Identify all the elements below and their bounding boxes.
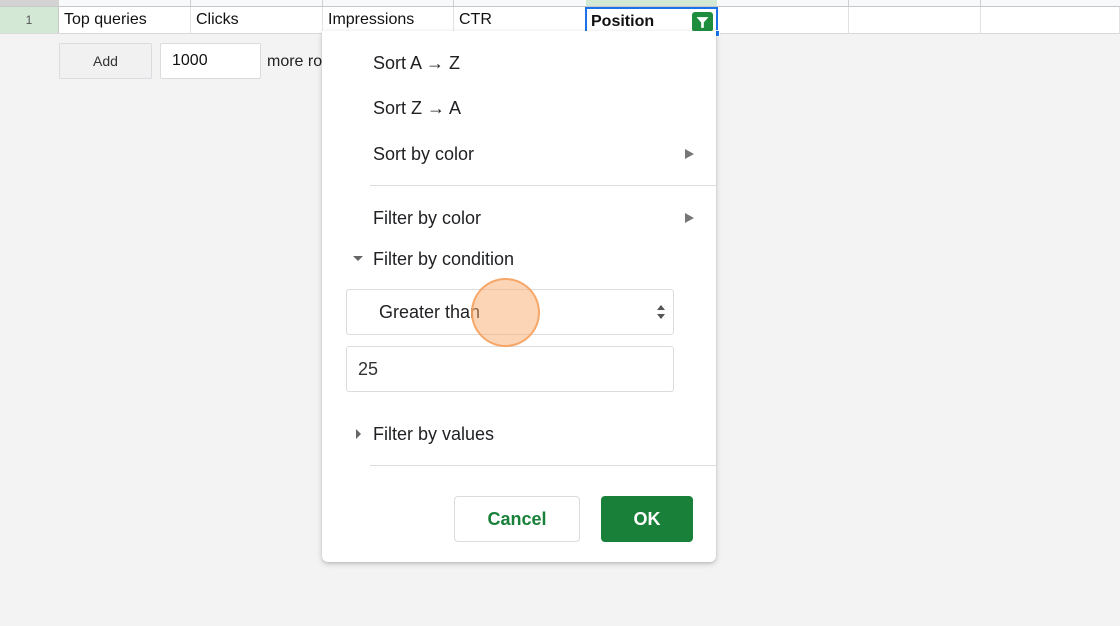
cell-b1[interactable]: Clicks	[191, 7, 323, 33]
filter-button[interactable]	[692, 12, 713, 32]
menu-item-sort-za[interactable]: Sort Z → A	[322, 88, 716, 128]
updown-arrows-icon	[657, 305, 665, 319]
row-header[interactable]: 1	[0, 7, 59, 33]
cell-e1-active[interactable]: Position	[585, 7, 718, 34]
column-header-strip	[0, 0, 1120, 7]
menu-item-label: Filter by color	[373, 207, 482, 228]
section-label: Filter by values	[373, 423, 495, 444]
rows-count-input[interactable]	[160, 43, 261, 79]
cell-c1[interactable]: Impressions	[323, 7, 454, 33]
submenu-arrow-icon	[685, 149, 694, 159]
menu-item-sort-by-color[interactable]: Sort by color	[322, 134, 716, 174]
cell-d1[interactable]: CTR	[454, 7, 586, 33]
cell-h1[interactable]	[981, 7, 1120, 33]
triangle-down-icon	[353, 256, 363, 261]
menu-divider	[370, 185, 716, 186]
section-filter-by-values[interactable]: Filter by values	[322, 419, 716, 449]
menu-divider	[370, 465, 716, 466]
section-filter-by-condition[interactable]: Filter by condition	[322, 244, 716, 274]
ok-button[interactable]: OK	[601, 496, 693, 542]
cell-e1-text: Position	[591, 13, 655, 30]
column-header-selected[interactable]	[586, 0, 717, 6]
cell-f1[interactable]	[718, 7, 849, 33]
menu-item-sort-az[interactable]: Sort A → Z	[322, 43, 716, 83]
menu-item-filter-by-color[interactable]: Filter by color	[322, 198, 716, 238]
section-label: Filter by condition	[373, 248, 515, 269]
menu-item-label: Sort A → Z	[373, 52, 461, 73]
sheet-row-1: 1 Top queries Clicks Impressions CTR Pos…	[0, 7, 1120, 34]
column-separator	[190, 0, 191, 6]
column-separator	[848, 0, 849, 6]
filter-menu: Sort A → Z Sort Z → A Sort by color Filt…	[322, 31, 716, 562]
filter-funnel-icon	[696, 16, 709, 28]
cell-g1[interactable]	[849, 7, 981, 33]
more-rows-label: more rows at bottom	[267, 53, 323, 70]
triangle-right-icon	[356, 429, 361, 439]
submenu-arrow-icon	[685, 213, 694, 223]
condition-selected-value: Greater than	[379, 302, 481, 322]
cancel-button[interactable]: Cancel	[454, 496, 580, 542]
cell-a1[interactable]: Top queries	[59, 7, 191, 33]
column-separator	[322, 0, 323, 6]
condition-value-input[interactable]	[346, 346, 674, 392]
add-rows-button[interactable]: Add	[59, 43, 152, 79]
menu-item-label: Sort Z → A	[373, 97, 462, 118]
column-separator	[453, 0, 454, 6]
menu-item-label: Sort by color	[373, 143, 475, 164]
column-separator	[980, 0, 981, 6]
condition-select[interactable]: Greater than	[346, 289, 674, 335]
corner-header	[0, 0, 59, 6]
